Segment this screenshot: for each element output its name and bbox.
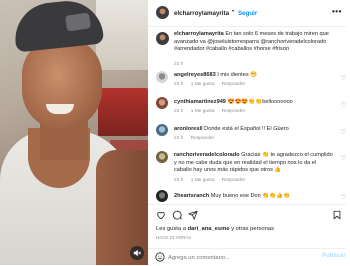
comment-icon[interactable] xyxy=(172,210,182,220)
comment-likes[interactable]: 1 Me gusta xyxy=(191,109,215,114)
post-date: HACE 23 HORAS xyxy=(156,235,192,240)
background-shelf xyxy=(98,88,148,136)
comment-text: angelreyes8683 I mis dientes 😁 xyxy=(174,72,334,80)
emoji-icon[interactable] xyxy=(155,252,165,262)
separator-dot: • xyxy=(232,9,235,15)
comment-text: 2heartsranch Muy bueno ese Don 👏👏👍👏 xyxy=(174,193,334,201)
comment-username[interactable]: 2heartsranch xyxy=(174,193,209,199)
window-edge xyxy=(346,0,350,265)
publish-button[interactable]: Publicar xyxy=(322,253,346,259)
comment-text: cynthiamartinez949 😍😍😍👏👏bellooooooo xyxy=(174,99,334,107)
avatar[interactable] xyxy=(156,190,168,202)
comment-body: Muy bueno ese Don 👏👏👍👏 xyxy=(210,193,291,199)
reply-button[interactable]: Responder xyxy=(191,136,214,141)
add-comment-bar: Publicar xyxy=(148,248,350,266)
comment-time: 23 h xyxy=(174,82,184,87)
share-icon[interactable] xyxy=(188,210,198,220)
caption-username[interactable]: elcharroylamayrita xyxy=(174,31,224,37)
comments-list: elcharroylamayrita En tan solo 6 meses d… xyxy=(148,27,350,203)
heart-icon[interactable] xyxy=(156,210,166,220)
comment-input[interactable] xyxy=(168,253,308,262)
comment-meta: 23 h Responder xyxy=(174,136,220,141)
comment-username[interactable]: ranchoriveradelcolorado xyxy=(174,152,240,158)
post-caption: elcharroylamayrita En tan solo 6 meses d… xyxy=(174,31,332,54)
avatar[interactable] xyxy=(156,6,169,19)
header-username[interactable]: elcharroylamayrita xyxy=(174,10,229,17)
post-details-panel: elcharroylamayrita • Seguir ••• elcharro… xyxy=(148,0,350,265)
comment-text: ranchoriveradelcolorado Gracias 👏 te agr… xyxy=(174,152,334,175)
likes-summary: Les gusta a dari_ana_esme y otras person… xyxy=(156,226,274,232)
cap-logo xyxy=(65,12,91,32)
avatar[interactable] xyxy=(156,71,168,83)
likes-user[interactable]: dari_ana_esme xyxy=(188,226,230,232)
caption-time: 23 h xyxy=(174,62,189,67)
comment-body: I mis dientes 😁 xyxy=(217,72,258,78)
person-face xyxy=(22,38,102,130)
post-video[interactable] xyxy=(0,0,148,265)
comment-body: 😍😍😍👏👏bellooooooo xyxy=(227,99,293,105)
comment-likes[interactable]: 1 Me gusta xyxy=(191,178,215,183)
comment-time: 23 h xyxy=(174,136,184,141)
likes-prefix: Les gusta a xyxy=(156,226,186,232)
speaker-muted-icon[interactable] xyxy=(130,246,144,260)
avatar[interactable] xyxy=(156,32,169,45)
avatar[interactable] xyxy=(156,151,168,163)
comment-username[interactable]: aronloresll xyxy=(174,126,203,132)
avatar[interactable] xyxy=(156,124,168,136)
avatar[interactable] xyxy=(156,97,168,109)
more-options-icon[interactable]: ••• xyxy=(332,7,342,16)
reply-button[interactable]: Responder xyxy=(222,109,245,114)
comment-likes[interactable]: 1 Me gusta xyxy=(191,82,215,87)
follow-button[interactable]: Seguir xyxy=(238,10,257,17)
action-bar xyxy=(148,204,350,223)
reply-button[interactable]: Responder xyxy=(222,178,245,183)
comment-time: 23 h xyxy=(174,109,184,114)
comment-meta: 23 h 1 Me gusta Responder xyxy=(174,178,251,183)
comment-meta: 23 h 1 Me gusta Responder xyxy=(174,109,251,114)
comment-username[interactable]: angelreyes8683 xyxy=(174,72,216,78)
comment-body: Donde está el Español !! El Güero xyxy=(204,126,289,132)
post-header: elcharroylamayrita • Seguir ••• xyxy=(148,0,350,27)
reply-button[interactable]: Responder xyxy=(222,82,245,87)
comment-text: aronloresll Donde está el Español !! El … xyxy=(174,126,334,134)
caption-timestamp: 23 h xyxy=(174,62,184,67)
comment-meta: 23 h 1 Me gusta Responder xyxy=(174,82,251,87)
background-window xyxy=(96,0,148,70)
comment-time: 23 h xyxy=(174,178,184,183)
comment-username[interactable]: cynthiamartinez949 xyxy=(174,99,226,105)
bookmark-icon[interactable] xyxy=(332,210,342,220)
likes-others[interactable]: y otras personas xyxy=(231,226,274,232)
